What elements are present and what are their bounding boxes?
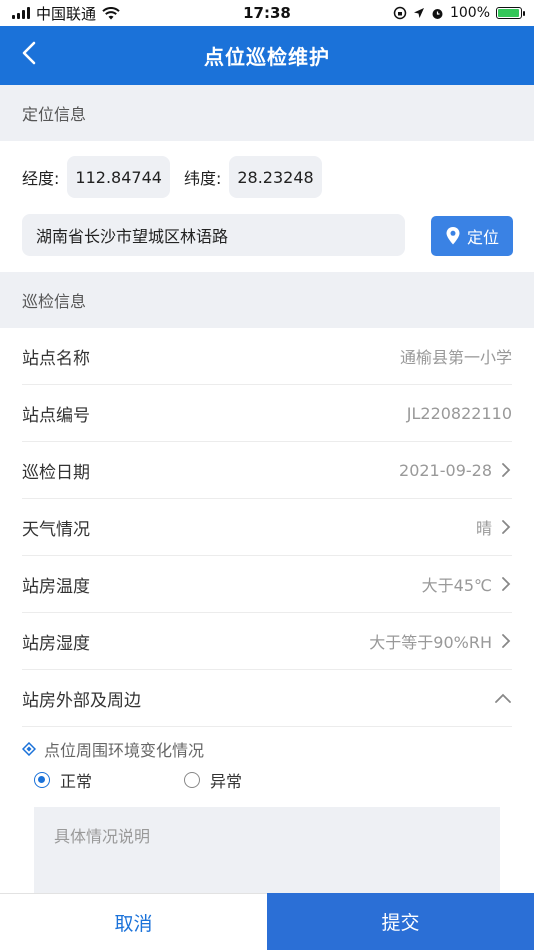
bottom-action-bar: 取消 提交	[0, 893, 534, 950]
radio-abnormal-label: 异常	[210, 772, 243, 791]
surroundings-subtitle-row: 点位周围环境变化情况	[22, 737, 204, 761]
site-number-value: JL220822110	[406, 403, 512, 423]
carrier-label: 中国联通	[36, 4, 97, 23]
site-name-label: 站点名称	[22, 348, 90, 369]
location-arrow-icon	[413, 8, 424, 18]
locate-button-label: 定位	[466, 228, 499, 247]
room-humidity-value: 大于等于90%RH	[369, 633, 492, 652]
room-exterior-label: 站房外部及周边	[22, 690, 141, 711]
back-button[interactable]	[14, 38, 44, 68]
inspection-section-header: 巡检信息	[0, 272, 534, 328]
wifi-icon	[102, 6, 120, 19]
site-number-label: 站点编号	[22, 405, 90, 426]
radio-normal-label: 正常	[60, 772, 93, 791]
room-humidity-row[interactable]: 站房湿度 大于等于90%RH	[22, 613, 512, 670]
inspection-date-value: 2021-09-28	[399, 460, 492, 480]
alarm-icon	[432, 8, 443, 19]
chevron-up-icon	[495, 693, 511, 703]
longitude-field[interactable]: 112.84744	[67, 156, 170, 198]
room-temperature-row[interactable]: 站房温度 大于45℃	[22, 556, 512, 613]
status-bar: 中国联通 17:38 100%	[0, 0, 534, 26]
status-left: 中国联通	[12, 3, 120, 24]
chevron-right-icon	[502, 520, 511, 534]
chevron-right-icon	[502, 577, 511, 591]
latitude-field[interactable]: 28.23248	[229, 156, 322, 198]
diamond-icon	[22, 742, 36, 756]
chevron-right-icon	[502, 634, 511, 648]
nav-bar: 点位巡检维护	[0, 26, 534, 85]
radio-abnormal[interactable]: 异常	[184, 768, 242, 792]
chevron-right-icon	[502, 463, 511, 477]
latitude-label: 纬度:	[183, 169, 222, 188]
battery-fill	[498, 9, 519, 17]
description-textarea[interactable]: 具体情况说明	[34, 807, 500, 907]
rotation-lock-icon	[393, 6, 407, 20]
room-temperature-label: 站房温度	[22, 576, 90, 597]
cancel-button[interactable]: 取消	[0, 893, 267, 950]
radio-unchecked-icon	[184, 772, 200, 788]
weather-label: 天气情况	[22, 519, 90, 540]
latitude-value: 28.23248	[237, 167, 314, 187]
address-value: 湖南省长沙市望城区林语路	[36, 227, 229, 246]
room-humidity-label: 站房湿度	[22, 633, 90, 654]
status-right: 100%	[393, 5, 525, 21]
site-name-value: 通榆县第一小学	[399, 348, 512, 367]
site-name-row: 站点名称 通榆县第一小学	[22, 328, 512, 385]
radio-normal[interactable]: 正常	[34, 768, 184, 792]
surroundings-radio-group: 正常 异常	[34, 768, 242, 792]
submit-button[interactable]: 提交	[267, 893, 534, 950]
locate-button[interactable]: 定位	[431, 216, 513, 256]
page-title: 点位巡检维护	[204, 45, 330, 69]
address-field[interactable]: 湖南省长沙市望城区林语路	[22, 214, 405, 256]
inspection-date-label: 巡检日期	[22, 462, 90, 483]
longitude-label: 经度:	[22, 169, 60, 188]
site-number-row: 站点编号 JL220822110	[22, 385, 512, 442]
map-pin-icon	[446, 227, 460, 245]
description-placeholder: 具体情况说明	[54, 827, 151, 846]
radio-checked-icon	[34, 772, 50, 788]
location-section-header: 定位信息	[0, 85, 534, 141]
weather-row[interactable]: 天气情况 晴	[22, 499, 512, 556]
longitude-value: 112.84744	[75, 167, 162, 187]
signal-icon	[12, 7, 30, 19]
room-exterior-row[interactable]: 站房外部及周边	[22, 670, 512, 727]
room-temperature-value: 大于45℃	[421, 576, 492, 595]
surroundings-subtitle: 点位周围环境变化情况	[44, 741, 205, 760]
battery-icon	[496, 7, 525, 19]
coordinates-row: 经度: 112.84744 纬度: 28.23248	[22, 156, 336, 198]
inspection-date-row[interactable]: 巡检日期 2021-09-28	[22, 442, 512, 499]
battery-percent: 100%	[449, 5, 490, 21]
weather-value: 晴	[475, 519, 492, 538]
chevron-left-icon	[22, 41, 36, 65]
